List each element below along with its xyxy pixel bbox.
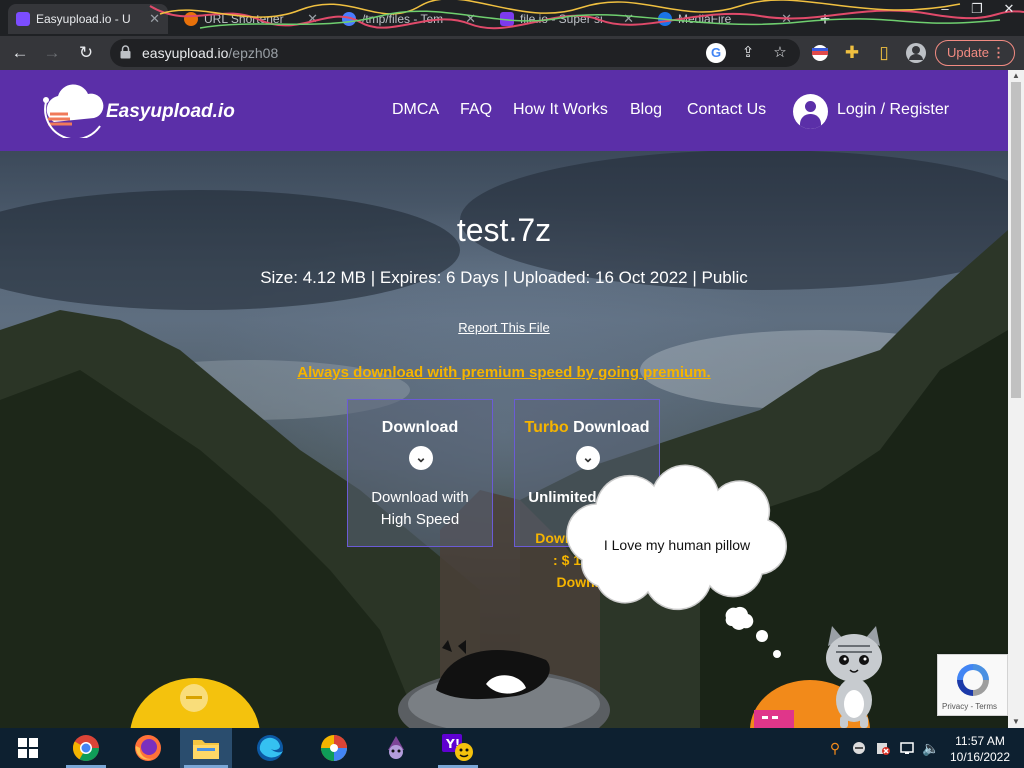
close-tab-icon[interactable]: ✕ xyxy=(307,11,318,27)
share-icon[interactable]: ⇪ xyxy=(738,43,758,63)
back-arrow-icon[interactable]: ← xyxy=(8,41,32,65)
taskbar-tor[interactable] xyxy=(372,728,420,768)
tab-easyupload[interactable]: Easyupload.io - U ✕ xyxy=(8,4,168,34)
report-file-link[interactable]: Report This File xyxy=(0,320,1008,335)
edge-icon xyxy=(257,735,283,761)
brand-name[interactable]: Easyupload.io xyxy=(106,101,235,123)
browser-toolbar: ← → ↻ easyupload.io/epzh08 G ⇪ ☆ ✚ ▯ Upd… xyxy=(0,36,1024,70)
tab-file-io[interactable]: file.io - Super si ✕ xyxy=(492,4,642,34)
tab-tmp-files[interactable]: /tmp/files - Tem ✕ xyxy=(334,4,484,34)
recaptcha-badge[interactable]: Privacy - Terms xyxy=(937,654,1008,716)
page-scrollbar[interactable]: ▲ ▼ xyxy=(1008,70,1024,728)
file-io-favicon-icon xyxy=(500,12,514,26)
update-button[interactable]: Update ⋮ xyxy=(935,40,1015,66)
close-tab-icon[interactable]: ✕ xyxy=(781,11,792,27)
file-name: test.7z xyxy=(456,212,552,248)
google-translate-icon[interactable]: G xyxy=(706,43,726,63)
restore-button[interactable]: ❐ xyxy=(962,0,992,18)
login-register-link[interactable]: Login / Register xyxy=(837,101,949,119)
windows-logo-icon xyxy=(18,738,38,758)
taskbar-yahoo-messenger[interactable]: Y! xyxy=(434,728,482,768)
network-status-icon[interactable] xyxy=(850,740,868,758)
wizard-icon xyxy=(388,736,404,759)
new-tab-button[interactable]: + xyxy=(810,4,840,34)
site-header: Easyupload.io DMCA FAQ How It Works Blog… xyxy=(0,70,1008,151)
nav-how-it-works[interactable]: How It Works xyxy=(513,101,608,119)
url-shortener-favicon-icon xyxy=(184,12,198,26)
display-icon[interactable] xyxy=(898,740,916,758)
pinwheel-icon xyxy=(321,735,347,761)
taskbar-chrome[interactable] xyxy=(62,728,110,768)
sleeping-cat-on-cushion xyxy=(398,640,610,728)
close-tab-icon[interactable]: ✕ xyxy=(149,11,160,27)
download-card-subtitle: Download with High Speed xyxy=(371,489,469,528)
url-text[interactable]: easyupload.io/epzh08 xyxy=(142,45,278,61)
extension-flag-icon[interactable] xyxy=(808,41,832,65)
file-meta: Size: 4.12 MB | Expires: 6 Days | Upload… xyxy=(260,268,748,287)
page-viewport: Easyupload.io DMCA FAQ How It Works Blog… xyxy=(0,70,1008,728)
profile-avatar-icon[interactable] xyxy=(904,41,928,65)
menu-dots-icon[interactable]: ⋮ xyxy=(992,41,1005,65)
nav-blog[interactable]: Blog xyxy=(630,101,662,119)
firefox-icon xyxy=(135,735,161,761)
premium-link[interactable]: Always download with premium speed by go… xyxy=(0,364,1008,381)
download-card[interactable]: Download ⌄ Download with High Speed xyxy=(347,399,493,547)
taskbar-edge[interactable] xyxy=(246,728,294,768)
nav-contact-us[interactable]: Contact Us xyxy=(687,101,766,119)
scrollbar-thumb[interactable] xyxy=(1011,82,1021,398)
mediafire-favicon-icon xyxy=(658,12,672,26)
tmpfiles-favicon-icon xyxy=(342,12,356,26)
close-window-button[interactable]: ✕ xyxy=(994,0,1024,18)
standing-cat-pet xyxy=(826,626,882,728)
recaptcha-links[interactable]: Privacy - Terms xyxy=(942,702,997,711)
taskbar-file-explorer[interactable] xyxy=(180,728,232,768)
user-avatar-icon[interactable] xyxy=(793,94,828,129)
reload-icon[interactable]: ↻ xyxy=(74,41,98,65)
thought-bubbles xyxy=(725,606,781,658)
easyupload-favicon-icon xyxy=(16,12,30,26)
bookmark-star-icon[interactable]: ☆ xyxy=(770,43,790,63)
close-tab-icon[interactable]: ✕ xyxy=(465,11,476,27)
tab-url-shortener[interactable]: URL Shortener ✕ xyxy=(176,4,326,34)
scroll-down-arrow-icon[interactable]: ▼ xyxy=(1008,716,1024,728)
chrome-icon xyxy=(72,735,100,762)
extensions-puzzle-icon[interactable]: ✚ xyxy=(840,41,864,65)
nav-faq[interactable]: FAQ xyxy=(460,101,492,119)
yellow-cushion-pet xyxy=(130,678,260,728)
tab-strip: Easyupload.io - U ✕ URL Shortener ✕ /tmp… xyxy=(0,0,1024,36)
system-clock[interactable]: 11:57 AM 10/16/2022 xyxy=(942,733,1018,765)
download-card-title: Download xyxy=(381,419,459,436)
recaptcha-logo-icon xyxy=(957,664,989,696)
start-button[interactable] xyxy=(4,728,52,768)
flag-icon xyxy=(812,45,828,61)
address-bar[interactable]: easyupload.io/epzh08 G ⇪ ☆ xyxy=(110,39,800,67)
speech-cloud-text: I Love my human pillow xyxy=(603,537,751,553)
close-tab-icon[interactable]: ✕ xyxy=(623,11,634,27)
turbo-download-card-title: Turbo Download xyxy=(524,419,650,436)
side-panel-icon[interactable]: ▯ xyxy=(872,41,896,65)
forward-arrow-icon[interactable]: → xyxy=(40,41,64,65)
scroll-up-arrow-icon[interactable]: ▲ xyxy=(1008,70,1024,82)
easyupload-logo-icon[interactable] xyxy=(40,82,108,138)
nav-dmca[interactable]: DMCA xyxy=(392,101,439,119)
volume-icon[interactable]: 🔈 xyxy=(922,740,940,757)
security-shield-icon[interactable] xyxy=(874,740,892,758)
lock-icon[interactable] xyxy=(120,45,131,59)
search-icon[interactable]: ⚲ xyxy=(826,740,844,757)
folder-icon xyxy=(193,740,219,759)
yahoo-messenger-icon: Y! xyxy=(442,734,473,761)
minimize-button[interactable]: – xyxy=(930,0,960,18)
taskbar-photos[interactable] xyxy=(310,728,358,768)
taskbar-firefox[interactable] xyxy=(124,728,172,768)
chevron-down-icon[interactable]: ⌄ xyxy=(409,446,433,470)
windows-taskbar: Y! ⚲ 🔈 11:57 AM 10/16/2022 xyxy=(0,728,1024,768)
tab-mediafire[interactable]: MediaFire ✕ xyxy=(650,4,800,34)
